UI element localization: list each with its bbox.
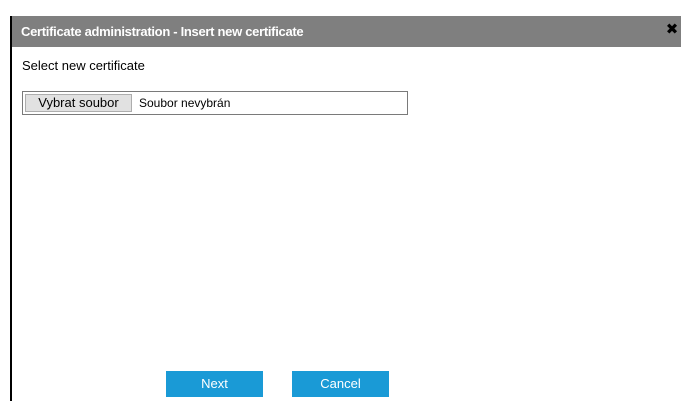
cancel-button[interactable]: Cancel bbox=[292, 371, 389, 397]
dialog-title: Certificate administration - Insert new … bbox=[21, 24, 304, 39]
next-button[interactable]: Next bbox=[166, 371, 263, 397]
dialog-titlebar: Certificate administration - Insert new … bbox=[12, 16, 681, 47]
choose-file-button[interactable]: Vybrat soubor bbox=[25, 94, 132, 112]
select-certificate-label: Select new certificate bbox=[22, 58, 145, 73]
close-icon[interactable]: ✖ bbox=[665, 22, 679, 38]
file-status-text: Soubor nevybrán bbox=[139, 96, 231, 110]
certificate-dialog: Certificate administration - Insert new … bbox=[10, 16, 681, 401]
certificate-file-input[interactable]: Vybrat soubor Soubor nevybrán bbox=[22, 91, 408, 115]
